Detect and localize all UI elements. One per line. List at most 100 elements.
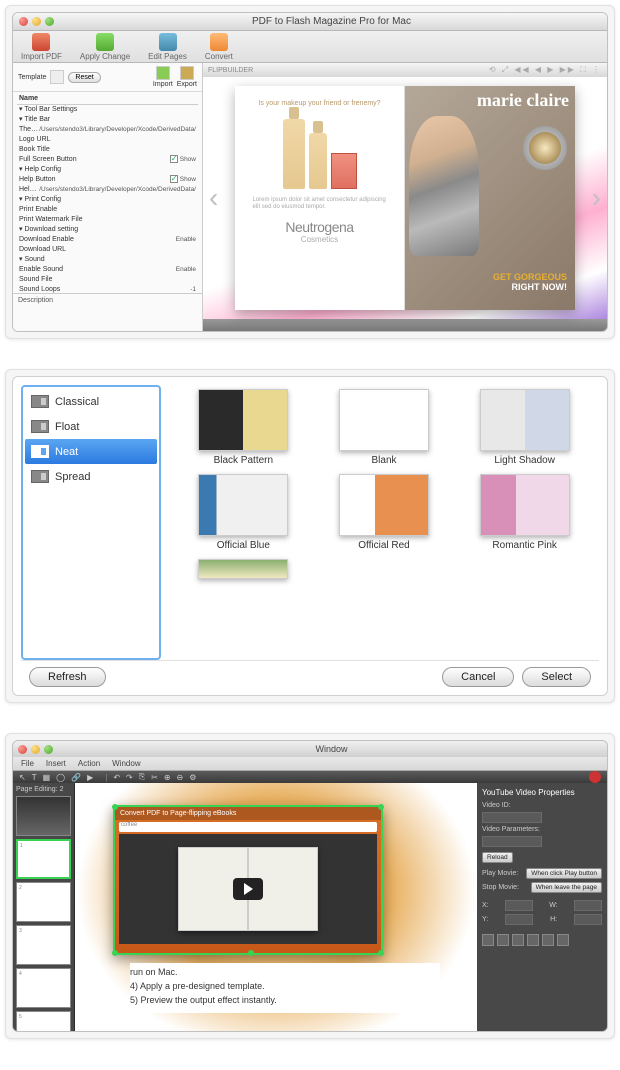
template-item[interactable]: Official Red xyxy=(320,474,449,551)
export-template[interactable]: Export xyxy=(177,66,197,88)
image-tool-icon[interactable]: ▦ xyxy=(43,773,51,782)
brand-sub: Cosmetics xyxy=(301,235,338,244)
window-title: PDF to Flash Magazine Pro for Mac xyxy=(62,16,601,27)
convert-icon xyxy=(210,33,228,51)
layout-icon xyxy=(31,395,49,408)
template-item[interactable]: Official Blue xyxy=(179,474,308,551)
menu-file[interactable]: File xyxy=(21,759,34,768)
book[interactable]: Is your makeup your friend or frenemy? L… xyxy=(235,86,575,310)
description-box: Description xyxy=(13,293,202,331)
template-item[interactable]: Blank xyxy=(320,389,449,466)
next-page-arrow[interactable]: › xyxy=(592,182,601,214)
settings-tree[interactable]: Name ▾ Tool Bar Settings ▾ Title Bar The… xyxy=(13,92,202,293)
x-input[interactable] xyxy=(505,900,533,911)
align-middle-icon[interactable] xyxy=(542,934,554,946)
undo-icon[interactable]: ↶ xyxy=(113,773,120,782)
settings-icon[interactable]: ⚙ xyxy=(189,773,196,782)
prev-page-arrow[interactable]: ‹ xyxy=(209,182,218,214)
page-thumb-4[interactable]: 3 xyxy=(16,925,71,965)
zoom-in-icon[interactable]: ⊕ xyxy=(164,773,171,782)
right-page: marie claire GET GORGEOUS RIGHT NOW! xyxy=(405,86,575,310)
category-spread[interactable]: Spread xyxy=(25,464,157,489)
resize-handle[interactable] xyxy=(378,950,384,956)
template-chooser-panel: ClassicalFloatNeatSpread Black PatternBl… xyxy=(5,369,615,703)
video-params-input[interactable] xyxy=(482,836,542,847)
product-group xyxy=(283,119,357,189)
category-list: ClassicalFloatNeatSpread xyxy=(21,385,161,660)
stop-movie-select[interactable]: When leave the page xyxy=(531,882,602,893)
y-input[interactable] xyxy=(505,914,533,925)
toolbar-apply-change[interactable]: Apply Change xyxy=(80,33,130,61)
editor-toolbar[interactable]: ↖ T ▦ ◯ 🔗 ▶ | ↶ ↷ ⎘ ✂ ⊕ ⊖ ⚙ xyxy=(13,771,607,783)
zoom-out-icon[interactable]: ⊖ xyxy=(177,773,184,782)
template-item[interactable]: Black Pattern xyxy=(179,389,308,466)
close-red-icon[interactable] xyxy=(589,771,601,783)
cancel-button[interactable]: Cancel xyxy=(442,667,514,687)
page-thumb-1[interactable] xyxy=(16,796,71,836)
template-item[interactable]: Romantic Pink xyxy=(460,474,589,551)
redo-icon[interactable]: ↷ xyxy=(126,773,133,782)
copy-icon[interactable]: ⎘ xyxy=(139,772,145,782)
resize-handle[interactable] xyxy=(248,950,254,956)
shape-tool-icon[interactable]: ◯ xyxy=(56,773,65,782)
align-bottom-icon[interactable] xyxy=(557,934,569,946)
editor-body: Page Editing: 2 1 2 3 4 5 Convert PDF to… xyxy=(13,783,607,1032)
book-spread: ‹ › Is your makeup your friend or frenem… xyxy=(203,77,607,319)
text-tool-icon[interactable]: T xyxy=(32,773,37,782)
page-thumbnails: Page Editing: 2 1 2 3 4 5 xyxy=(13,783,75,1032)
template-item[interactable]: Light Shadow xyxy=(460,389,589,466)
main-toolbar: Import PDF Apply Change Edit Pages Conve… xyxy=(13,31,607,63)
preview-pane: FLIPBUILDER ⟲ ⤢ ◀◀ ◀ ▶ ▶▶ ⛶ ⋮ ‹ › Is you… xyxy=(203,63,607,331)
align-left-icon[interactable] xyxy=(482,934,494,946)
template-thumb xyxy=(480,474,570,536)
align-icons[interactable] xyxy=(482,934,602,946)
brand-name: Neutrogena xyxy=(285,219,353,235)
video-id-input[interactable] xyxy=(482,812,542,823)
traffic-lights[interactable] xyxy=(18,745,53,754)
preview-footer xyxy=(203,319,607,331)
category-classical[interactable]: Classical xyxy=(25,389,157,414)
import-template[interactable]: Import xyxy=(153,66,173,88)
resize-handle[interactable] xyxy=(112,804,118,810)
category-float[interactable]: Float xyxy=(25,414,157,439)
video-tool-icon[interactable]: ▶ xyxy=(87,773,93,782)
pointer-icon[interactable]: ↖ xyxy=(19,773,26,782)
page-thumb-5[interactable]: 4 xyxy=(16,968,71,1008)
toolbar-convert[interactable]: Convert xyxy=(205,33,233,61)
page-thumb-2[interactable]: 1 xyxy=(16,839,71,879)
w-input[interactable] xyxy=(574,900,602,911)
properties-panel: YouTube Video Properties Video ID: Video… xyxy=(477,783,607,1032)
canvas[interactable]: Convert PDF to Page-flipping eBooks coff… xyxy=(75,783,477,1032)
align-right-icon[interactable] xyxy=(512,934,524,946)
import-pdf-icon xyxy=(32,33,50,51)
menu-action[interactable]: Action xyxy=(78,759,100,768)
editor-window-title: Window xyxy=(61,744,602,754)
menu-insert[interactable]: Insert xyxy=(46,759,66,768)
play-movie-select[interactable]: When click Play button xyxy=(526,868,602,879)
cut-icon[interactable]: ✂ xyxy=(151,773,158,782)
template-thumb xyxy=(339,389,429,451)
menu-window[interactable]: Window xyxy=(112,759,140,768)
resize-handle[interactable] xyxy=(112,950,118,956)
link-tool-icon[interactable]: 🔗 xyxy=(71,773,81,782)
reset-button[interactable]: Reset xyxy=(68,72,100,83)
layout-icon xyxy=(31,470,49,483)
play-button-icon[interactable] xyxy=(233,878,263,900)
align-center-icon[interactable] xyxy=(497,934,509,946)
category-neat[interactable]: Neat xyxy=(25,439,157,464)
youtube-video-object[interactable]: Convert PDF to Page-flipping eBooks coff… xyxy=(113,805,383,955)
align-top-icon[interactable] xyxy=(527,934,539,946)
page-thumb-6[interactable]: 5 xyxy=(16,1011,71,1032)
nav-icons[interactable]: ⟲ ⤢ ◀◀ ◀ ▶ ▶▶ ⛶ ⋮ xyxy=(489,65,602,75)
refresh-button[interactable]: Refresh xyxy=(29,667,106,687)
page-thumb-3[interactable]: 2 xyxy=(16,882,71,922)
traffic-lights[interactable] xyxy=(19,17,54,26)
h-input[interactable] xyxy=(574,914,602,925)
reload-button[interactable]: Reload xyxy=(482,852,513,863)
select-button[interactable]: Select xyxy=(522,667,591,687)
toolbar-import-pdf[interactable]: Import PDF xyxy=(21,33,62,61)
toolbar-edit-pages[interactable]: Edit Pages xyxy=(148,33,187,61)
resize-handle[interactable] xyxy=(378,804,384,810)
template-thumb[interactable] xyxy=(50,70,64,84)
template-item[interactable] xyxy=(179,559,308,579)
